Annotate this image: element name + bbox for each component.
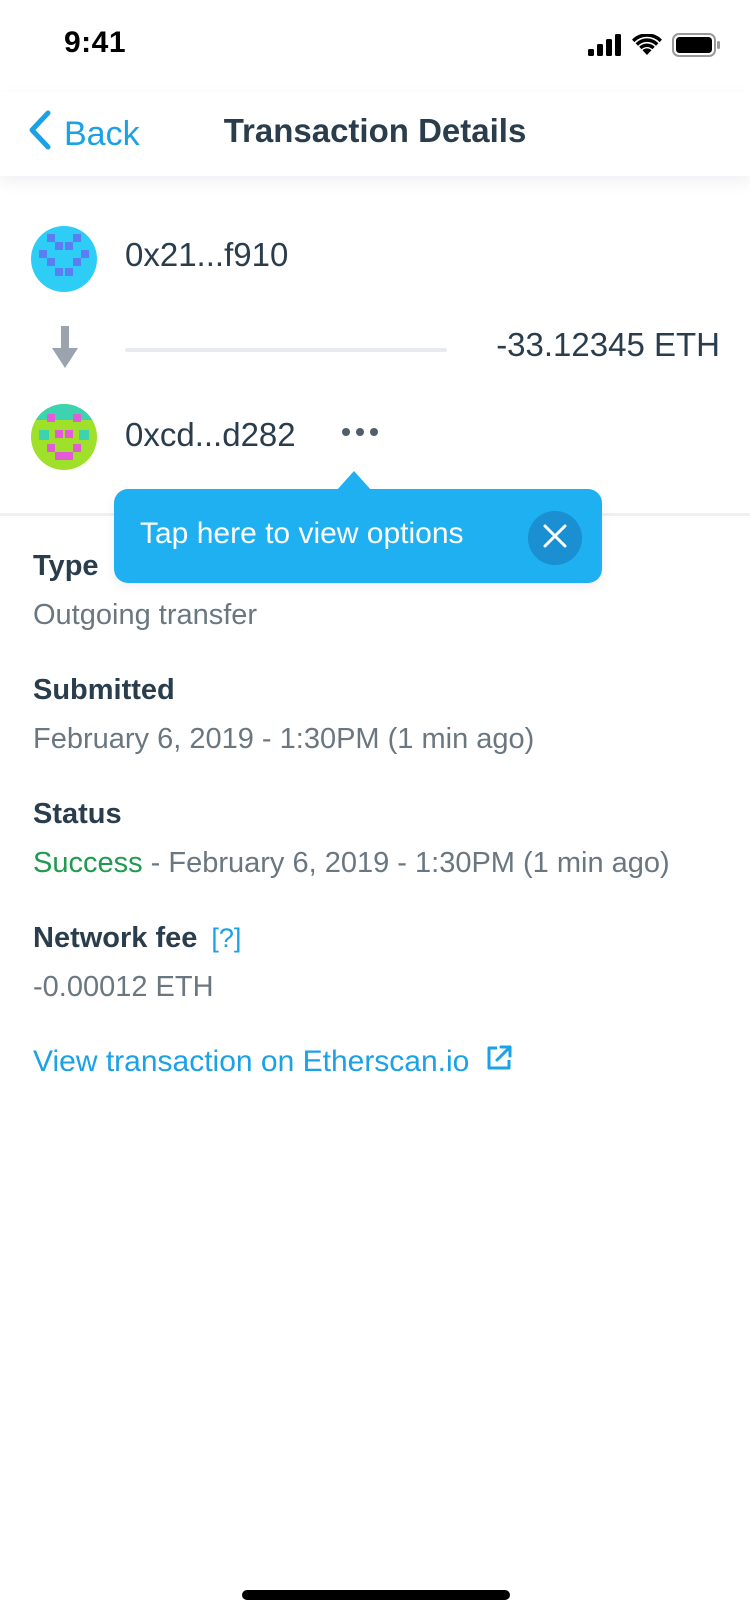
status-label: Status bbox=[33, 798, 122, 830]
status-value: Success - February 6, 2019 - 1:30PM (1 m… bbox=[33, 847, 733, 880]
transfer-amount: -33.12345 ETH bbox=[496, 326, 720, 363]
fee-label-row: Network fee [?] bbox=[33, 922, 241, 955]
to-address: 0xcd...d282 bbox=[125, 416, 296, 453]
etherscan-link[interactable]: View transaction on Etherscan.io bbox=[33, 1044, 513, 1080]
options-tooltip: Tap here to view options bbox=[114, 471, 602, 583]
status-timestamp: - February 6, 2019 - 1:30PM (1 min ago) bbox=[142, 847, 670, 879]
etherscan-link-label: View transaction on Etherscan.io bbox=[33, 1045, 470, 1078]
to-avatar bbox=[31, 404, 97, 470]
status-field: Status Success - February 6, 2019 - 1:30… bbox=[33, 798, 733, 880]
battery-icon bbox=[672, 32, 720, 62]
amount-divider bbox=[125, 348, 447, 352]
external-link-icon bbox=[469, 1044, 513, 1080]
signal-icon bbox=[588, 33, 622, 61]
status-time: 9:41 bbox=[64, 26, 127, 59]
fee-value: -0.00012 ETH bbox=[33, 971, 214, 1003]
more-horizontal-icon bbox=[342, 428, 350, 436]
page-title: Transaction Details bbox=[0, 112, 750, 150]
more-options-button[interactable] bbox=[336, 408, 384, 456]
tooltip-text: Tap here to view options bbox=[140, 517, 464, 550]
close-icon bbox=[543, 524, 567, 553]
arrow-down-icon bbox=[50, 326, 80, 375]
fee-field: Network fee [?] -0.00012 ETH bbox=[33, 922, 241, 1004]
page-title-text: Transaction Details bbox=[223, 112, 527, 149]
status-bar: 9:41 bbox=[0, 0, 750, 92]
fee-label: Network fee bbox=[33, 922, 198, 954]
home-indicator bbox=[242, 1590, 510, 1600]
wifi-icon bbox=[632, 32, 662, 61]
from-avatar bbox=[31, 226, 97, 292]
submitted-label: Submitted bbox=[33, 674, 175, 706]
transfer-summary: 0x21...f910 -33.12345 ETH 0xcd...d282 bbox=[0, 176, 750, 516]
submitted-field: Submitted February 6, 2019 - 1:30PM (1 m… bbox=[33, 674, 534, 756]
type-value: Outgoing transfer bbox=[33, 599, 258, 631]
fee-help-link[interactable]: [?] bbox=[211, 923, 241, 953]
nav-bar: Back Transaction Details bbox=[0, 92, 750, 176]
status-success: Success bbox=[33, 847, 143, 879]
from-address: 0x21...f910 bbox=[125, 236, 289, 273]
tooltip-close-button[interactable] bbox=[528, 511, 582, 565]
status-icons bbox=[588, 32, 720, 62]
submitted-value: February 6, 2019 - 1:30PM (1 min ago) bbox=[33, 723, 535, 755]
